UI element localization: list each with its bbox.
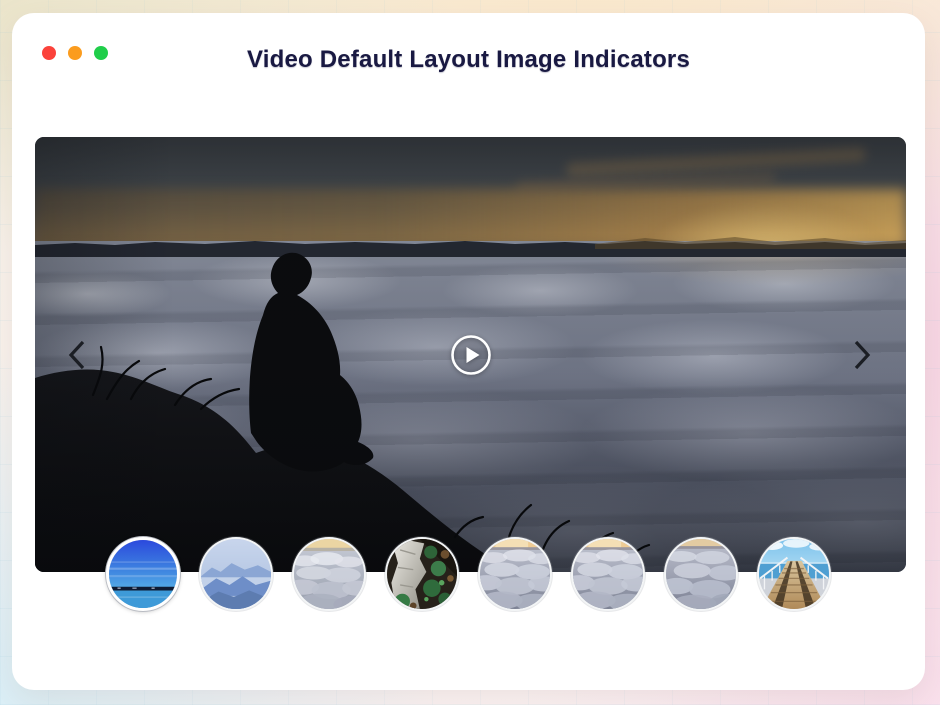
next-slide-button[interactable] — [844, 333, 880, 377]
thumbnail-image-sea — [109, 540, 177, 608]
indicator-thumbnail-5[interactable] — [478, 537, 552, 611]
thumbnail-image-mountains — [201, 539, 271, 609]
play-icon — [450, 334, 492, 376]
chevron-right-icon — [851, 338, 873, 372]
app-window: Video Default Layout Image Indicators — [12, 13, 925, 690]
indicator-thumbnail-4[interactable] — [385, 537, 459, 611]
indicator-thumbnail-8[interactable] — [757, 537, 831, 611]
thumbnail-image-pier — [759, 539, 829, 609]
thumbnail-image-cloud-sea — [573, 539, 643, 609]
indicator-thumbnail-1[interactable] — [106, 537, 180, 611]
indicator-strip — [12, 537, 925, 611]
window-title: Video Default Layout Image Indicators — [12, 46, 925, 74]
play-button[interactable] — [450, 334, 492, 376]
sunlit-ridge — [595, 237, 906, 249]
indicator-thumbnail-3[interactable] — [292, 537, 366, 611]
thumbnail-image-mossy-rocks — [387, 539, 457, 609]
indicator-thumbnail-2[interactable] — [199, 537, 273, 611]
man-silhouette — [249, 253, 373, 472]
previous-slide-button[interactable] — [59, 333, 95, 377]
desktop-background: { "window": { "title": "Video Default La… — [0, 0, 940, 705]
indicator-thumbnail-6[interactable] — [571, 537, 645, 611]
thumbnail-image-clouds-dawn — [294, 539, 364, 609]
video-carousel — [35, 137, 906, 572]
indicator-thumbnail-7[interactable] — [664, 537, 738, 611]
chevron-left-icon — [66, 338, 88, 372]
thumbnail-image-cloud-sea — [480, 539, 550, 609]
window-titlebar: Video Default Layout Image Indicators — [12, 13, 925, 79]
thumbnail-image-cloud-sea-gray — [666, 539, 736, 609]
